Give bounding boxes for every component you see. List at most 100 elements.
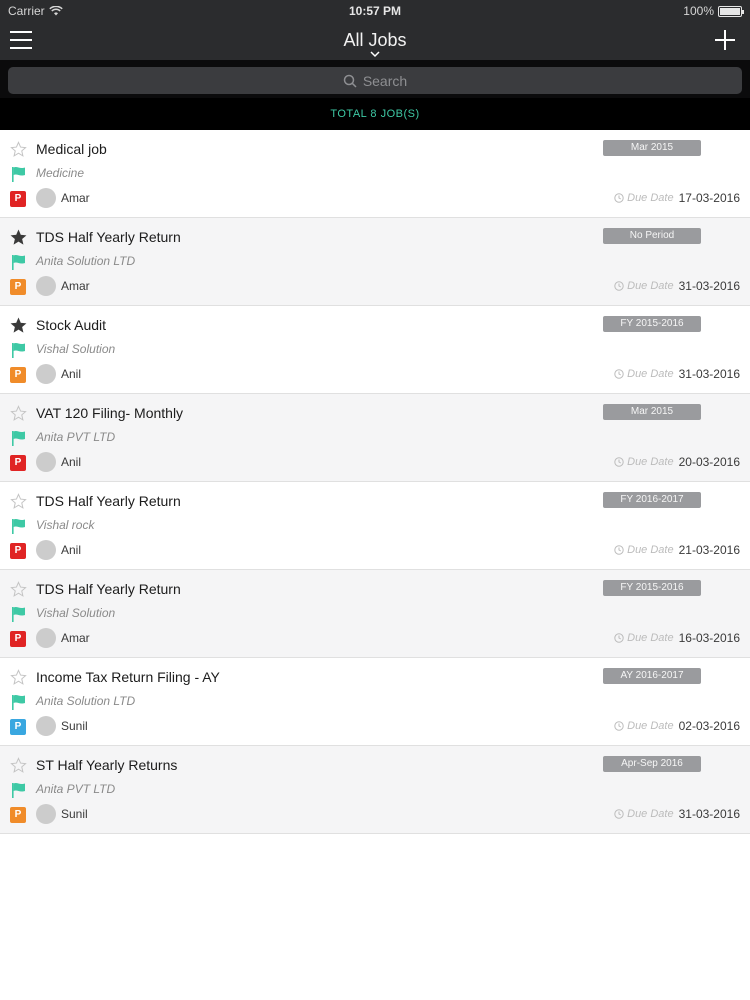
status-bar: Carrier 10:57 PM 100%	[0, 0, 750, 22]
job-title: TDS Half Yearly Return	[36, 493, 181, 509]
priority-badge: P	[10, 279, 26, 295]
priority-badge: P	[10, 455, 26, 471]
due-date-value: 02-03-2016	[678, 719, 740, 733]
client-name: Anita Solution LTD	[36, 694, 136, 708]
clock-icon	[614, 369, 624, 379]
battery-info: 100%	[683, 4, 744, 18]
add-job-button[interactable]	[714, 29, 736, 51]
client-name: Anita PVT LTD	[36, 430, 116, 444]
priority-badge: P	[10, 543, 26, 559]
flag-icon	[12, 519, 25, 534]
client-name: Medicine	[36, 166, 85, 180]
due-date: Due Date 20-03-2016	[614, 455, 740, 469]
flag-icon	[12, 783, 25, 798]
chevron-down-icon[interactable]	[369, 50, 381, 58]
period-badge: Mar 2015	[603, 140, 701, 156]
due-date-label: Due Date	[627, 720, 674, 732]
flag-icon	[12, 343, 25, 358]
due-date-value: 20-03-2016	[678, 455, 740, 469]
job-row[interactable]: Stock Audit FY 2015-2016 Vishal Solution…	[0, 306, 750, 394]
star-icon[interactable]	[10, 493, 27, 510]
job-list: Medical job Mar 2015 Medicine P Amar Due…	[0, 130, 750, 834]
star-icon[interactable]	[10, 405, 27, 422]
job-row[interactable]: TDS Half Yearly Return FY 2015-2016 Vish…	[0, 570, 750, 658]
search-bar-container: Search	[0, 60, 750, 98]
assignee-name: Sunil	[61, 807, 88, 821]
assignee-name: Amar	[61, 279, 90, 293]
star-icon[interactable]	[10, 317, 27, 334]
job-row[interactable]: Income Tax Return Filing - AY AY 2016-20…	[0, 658, 750, 746]
avatar	[36, 188, 56, 208]
clock-time: 10:57 PM	[348, 4, 402, 18]
clock-icon	[614, 721, 624, 731]
star-icon[interactable]	[10, 581, 27, 598]
clock-icon	[614, 281, 624, 291]
assignee-name: Sunil	[61, 719, 88, 733]
due-date-label: Due Date	[627, 808, 674, 820]
flag-icon	[12, 255, 25, 270]
avatar	[36, 540, 56, 560]
flag-icon	[12, 695, 25, 710]
assignee-name: Amar	[61, 631, 90, 645]
assignee-name: Anil	[61, 367, 82, 381]
assignee-name: Anil	[61, 543, 82, 557]
star-icon[interactable]	[10, 757, 27, 774]
star-icon[interactable]	[10, 141, 27, 158]
avatar	[36, 628, 56, 648]
period-badge: FY 2016-2017	[603, 492, 701, 508]
search-icon	[343, 74, 357, 88]
battery-icon	[718, 5, 744, 17]
page-title[interactable]: All Jobs	[0, 30, 750, 51]
client-name: Vishal Solution	[36, 606, 116, 620]
due-date-label: Due Date	[627, 368, 674, 380]
client-name: Vishal Solution	[36, 342, 116, 356]
clock-icon	[614, 457, 624, 467]
clock-icon	[614, 193, 624, 203]
assignee-name: Anil	[61, 455, 82, 469]
battery-percent: 100%	[683, 4, 714, 18]
due-date-value: 21-03-2016	[678, 543, 740, 557]
priority-badge: P	[10, 191, 26, 207]
job-title: TDS Half Yearly Return	[36, 581, 181, 597]
job-title: Medical job	[36, 141, 107, 157]
due-date: Due Date 31-03-2016	[614, 279, 740, 293]
clock-icon	[614, 545, 624, 555]
due-date-value: 16-03-2016	[678, 631, 740, 645]
job-row[interactable]: VAT 120 Filing- Monthly Mar 2015 Anita P…	[0, 394, 750, 482]
due-date: Due Date 02-03-2016	[614, 719, 740, 733]
due-date-label: Due Date	[627, 192, 674, 204]
star-icon[interactable]	[10, 669, 27, 686]
client-name: Anita PVT LTD	[36, 782, 116, 796]
due-date-value: 17-03-2016	[678, 191, 740, 205]
period-badge: FY 2015-2016	[603, 316, 701, 332]
assignee-name: Amar	[61, 191, 90, 205]
star-icon[interactable]	[10, 229, 27, 246]
priority-badge: P	[10, 367, 26, 383]
due-date-label: Due Date	[627, 544, 674, 556]
due-date-label: Due Date	[627, 632, 674, 644]
job-row[interactable]: Medical job Mar 2015 Medicine P Amar Due…	[0, 130, 750, 218]
job-row[interactable]: TDS Half Yearly Return FY 2016-2017 Vish…	[0, 482, 750, 570]
job-title: Stock Audit	[36, 317, 107, 333]
clock-icon	[614, 809, 624, 819]
due-date-label: Due Date	[627, 456, 674, 468]
job-row[interactable]: TDS Half Yearly Return No Period Anita S…	[0, 218, 750, 306]
flag-icon	[12, 167, 25, 182]
search-placeholder: Search	[362, 72, 408, 89]
avatar	[36, 364, 56, 384]
job-row[interactable]: ST Half Yearly Returns Apr-Sep 2016 Anit…	[0, 746, 750, 834]
avatar	[36, 276, 56, 296]
due-date: Due Date 16-03-2016	[614, 631, 740, 645]
search-input[interactable]: Search	[8, 67, 742, 94]
job-title: TDS Half Yearly Return	[36, 229, 181, 245]
avatar	[36, 452, 56, 472]
avatar	[36, 804, 56, 824]
due-date-label: Due Date	[627, 280, 674, 292]
flag-icon	[12, 431, 25, 446]
job-title: Income Tax Return Filing - AY	[36, 669, 220, 685]
job-title: ST Half Yearly Returns	[36, 757, 178, 773]
client-name: Anita Solution LTD	[36, 254, 136, 268]
due-date-value: 31-03-2016	[678, 807, 740, 821]
due-date: Due Date 31-03-2016	[614, 367, 740, 381]
due-date: Due Date 17-03-2016	[614, 191, 740, 205]
